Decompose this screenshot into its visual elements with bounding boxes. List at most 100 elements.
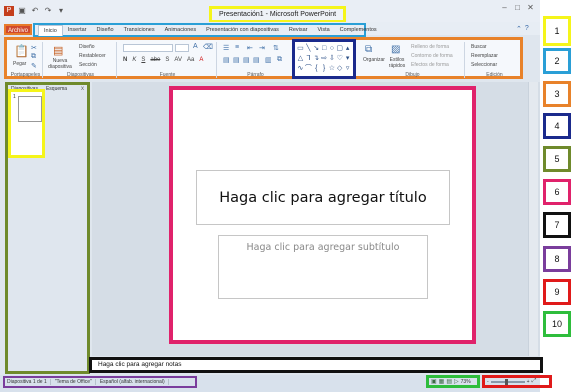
- fit-to-window-icon[interactable]: ⤢: [532, 378, 537, 385]
- font-color-button[interactable]: A: [199, 57, 203, 63]
- tab-home[interactable]: Inicio: [38, 24, 63, 36]
- close-icon[interactable]: ✕: [526, 3, 535, 12]
- zoom-slider-thumb[interactable]: [504, 378, 508, 385]
- change-case-button[interactable]: Aa: [187, 57, 194, 63]
- tab-review[interactable]: Revisar: [284, 25, 313, 35]
- zoom-percent[interactable]: 73%: [461, 379, 471, 385]
- paste-button[interactable]: Pegar: [13, 61, 26, 67]
- align-right-icon[interactable]: ▤: [243, 56, 250, 64]
- slide-thumbnail-item[interactable]: 1: [8, 89, 45, 158]
- title-placeholder[interactable]: Haga clic para agregar título: [196, 170, 450, 225]
- spacing-button[interactable]: AV: [174, 57, 182, 63]
- increase-indent-icon[interactable]: ⇥: [259, 44, 265, 52]
- customize-icon[interactable]: ▾: [56, 6, 66, 16]
- shape-fill-button[interactable]: Relleno de forma: [411, 44, 449, 50]
- tab-transitions[interactable]: Transiciones: [119, 25, 160, 35]
- font-name-field[interactable]: [123, 44, 173, 52]
- tab-animations[interactable]: Animaciones: [160, 25, 202, 35]
- columns-icon[interactable]: ▥: [265, 56, 272, 64]
- justify-icon[interactable]: ▤: [253, 56, 260, 64]
- paste-icon[interactable]: 📋: [14, 44, 29, 58]
- connector-shape-icon[interactable]: ᒣ: [305, 54, 312, 63]
- bent-arrow-shape-icon[interactable]: ↴: [313, 54, 320, 63]
- brace-left-shape-icon[interactable]: {: [313, 64, 320, 73]
- italic-button[interactable]: K: [132, 57, 136, 63]
- rounded-rect-shape-icon[interactable]: ▢: [336, 44, 343, 53]
- zoom-in-button[interactable]: +: [527, 379, 530, 385]
- zoom-slider[interactable]: [490, 378, 525, 385]
- text-direction-icon[interactable]: ⇅: [273, 44, 279, 52]
- format-painter-icon[interactable]: ✎: [31, 62, 37, 70]
- language-status[interactable]: Español (alfab. internacional): [100, 379, 169, 385]
- align-left-icon[interactable]: ▤: [223, 56, 230, 64]
- align-center-icon[interactable]: ▤: [233, 56, 240, 64]
- clear-format-icon[interactable]: ⌫: [203, 43, 213, 51]
- pane-close-icon[interactable]: x: [81, 86, 84, 92]
- reset-button[interactable]: Restablecer: [79, 53, 106, 59]
- tab-insert[interactable]: Insertar: [63, 25, 92, 35]
- rectangle-shape-icon[interactable]: □: [321, 44, 328, 53]
- star-shape-icon[interactable]: ☆: [329, 64, 336, 73]
- shadow-button[interactable]: S: [165, 57, 169, 63]
- help-icon[interactable]: ?: [525, 25, 529, 33]
- select-button[interactable]: Seleccionar: [471, 62, 497, 68]
- normal-view-icon[interactable]: ▣: [431, 378, 437, 385]
- new-slide-icon[interactable]: ▤: [53, 44, 63, 57]
- bullets-icon[interactable]: ☰: [223, 44, 229, 52]
- strikethrough-button[interactable]: abe: [150, 57, 160, 63]
- notes-pane[interactable]: Haga clic para agregar notas: [89, 357, 543, 373]
- zoom-out-button[interactable]: -: [487, 379, 489, 385]
- triangle-shape-icon[interactable]: △: [297, 54, 304, 63]
- smartart-icon[interactable]: ⧉: [277, 56, 282, 64]
- shape-effects-button[interactable]: Efectos de forma: [411, 62, 449, 68]
- bold-button[interactable]: N: [123, 57, 127, 63]
- section-button[interactable]: Sección: [79, 62, 97, 68]
- arrange-icon[interactable]: ⧉: [365, 44, 372, 55]
- line-shape-icon[interactable]: ╲: [305, 44, 312, 53]
- reading-view-icon[interactable]: ▤: [446, 378, 452, 385]
- more-shapes-icon[interactable]: ▿: [344, 64, 351, 73]
- oval-shape-icon[interactable]: ○: [329, 44, 336, 53]
- save-icon[interactable]: ▣: [17, 6, 27, 16]
- maximize-icon[interactable]: □: [513, 3, 522, 12]
- brace-right-shape-icon[interactable]: }: [321, 64, 328, 73]
- arrange-button[interactable]: Organizar: [363, 57, 385, 63]
- tab-design[interactable]: Diseño: [92, 25, 119, 35]
- curve-shape-icon[interactable]: ∿: [297, 64, 304, 73]
- tab-outline[interactable]: Esquema: [46, 86, 67, 94]
- cut-icon[interactable]: ✂: [31, 44, 37, 52]
- heart-shape-icon[interactable]: ♡: [336, 54, 343, 63]
- slide-thumbnail[interactable]: [18, 96, 42, 122]
- redo-icon[interactable]: ↷: [43, 6, 53, 16]
- vertical-scrollbar[interactable]: [528, 82, 538, 356]
- textbox-shape-icon[interactable]: ▭: [297, 44, 304, 53]
- wave-shape-icon[interactable]: ⌒: [305, 64, 312, 73]
- grow-font-icon[interactable]: A: [193, 43, 198, 50]
- scroll-down-icon[interactable]: ▾: [344, 54, 351, 63]
- quick-styles-button[interactable]: Estilos rápidos: [387, 57, 407, 69]
- find-button[interactable]: Buscar: [471, 44, 487, 50]
- font-size-field[interactable]: [175, 44, 189, 52]
- minimize-icon[interactable]: –: [500, 3, 509, 12]
- ribbon-minimize-icon[interactable]: ⌃: [516, 25, 522, 33]
- scroll-up-icon[interactable]: ▴: [344, 44, 351, 53]
- tab-addins[interactable]: Complementos: [335, 25, 382, 35]
- layout-button[interactable]: Diseño: [79, 44, 95, 50]
- shape-outline-button[interactable]: Contorno de forma: [411, 53, 453, 59]
- callout-shape-icon[interactable]: ◇: [336, 64, 343, 73]
- tab-view[interactable]: Vista: [313, 25, 335, 35]
- subtitle-placeholder[interactable]: Haga clic para agregar subtítulo: [218, 235, 428, 299]
- slide-sorter-view-icon[interactable]: ▦: [439, 378, 445, 385]
- tab-file[interactable]: Archivo: [4, 24, 32, 35]
- replace-button[interactable]: Reemplazar: [471, 53, 498, 59]
- down-arrow-shape-icon[interactable]: ⇩: [329, 54, 336, 63]
- powerpoint-logo-icon[interactable]: P: [4, 6, 14, 16]
- decrease-indent-icon[interactable]: ⇤: [247, 44, 253, 52]
- new-slide-button[interactable]: Nueva diapositiva: [47, 58, 73, 70]
- numbering-icon[interactable]: ≡: [235, 44, 239, 51]
- quick-styles-icon[interactable]: ▨: [391, 44, 400, 55]
- arrow-line-shape-icon[interactable]: ↘: [313, 44, 320, 53]
- copy-icon[interactable]: ⧉: [31, 53, 36, 61]
- underline-button[interactable]: S: [141, 57, 145, 63]
- undo-icon[interactable]: ↶: [30, 6, 40, 16]
